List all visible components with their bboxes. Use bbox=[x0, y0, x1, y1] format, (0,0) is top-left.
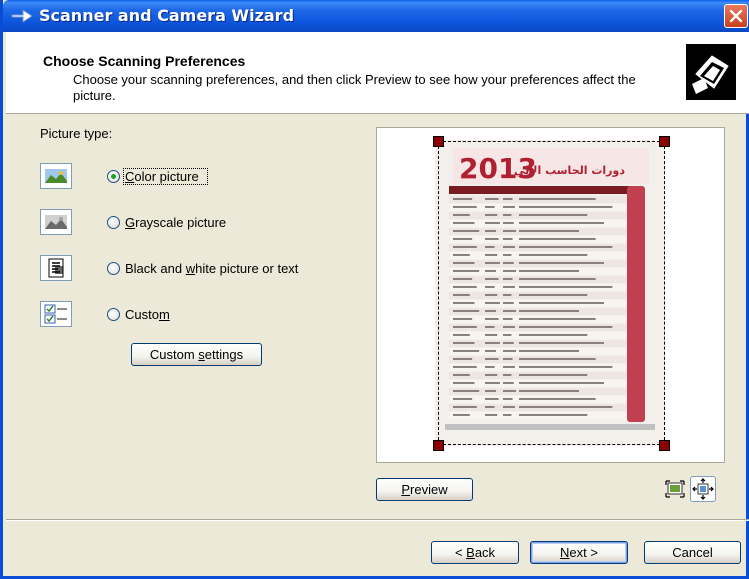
page-subtitle: Choose your scanning preferences, and th… bbox=[73, 72, 636, 103]
selection-handle-top-right[interactable] bbox=[659, 136, 670, 147]
black-white-label[interactable]: Black and white picture or text bbox=[125, 261, 298, 276]
color-picture-radio[interactable] bbox=[107, 170, 120, 183]
page-title: Choose Scanning Preferences bbox=[43, 53, 246, 69]
color-picture-label[interactable]: Color picture bbox=[125, 169, 199, 184]
custom-radio[interactable] bbox=[107, 308, 120, 321]
next-button[interactable]: Next > bbox=[530, 541, 628, 564]
back-button[interactable]: < Back bbox=[431, 541, 519, 564]
preview-button[interactable]: Preview bbox=[376, 478, 473, 501]
scanner-arrow-icon bbox=[11, 9, 33, 23]
zoom-to-selection-icon bbox=[665, 480, 685, 498]
black-white-text-icon bbox=[40, 255, 72, 281]
black-white-radio[interactable] bbox=[107, 262, 120, 275]
fit-to-page-icon bbox=[692, 478, 714, 500]
custom-settings-button[interactable]: Custom settings bbox=[131, 343, 262, 366]
cancel-button[interactable]: Cancel bbox=[644, 541, 741, 564]
grayscale-photo-icon bbox=[40, 209, 72, 235]
wizard-window: Scanner and Camera Wizard Choose Scannin… bbox=[0, 0, 749, 579]
scan-selection-box[interactable] bbox=[438, 141, 665, 445]
selection-handle-top-left[interactable] bbox=[433, 136, 444, 147]
picture-type-label: Picture type: bbox=[40, 126, 113, 141]
fit-page-button[interactable] bbox=[690, 476, 716, 502]
color-photo-icon bbox=[40, 163, 72, 189]
wizard-header: Choose Scanning Preferences Choose your … bbox=[6, 32, 749, 114]
scanner-camera-icon bbox=[686, 44, 736, 100]
grayscale-picture-label[interactable]: Grayscale picture bbox=[125, 215, 226, 230]
enlarge-selection-button[interactable] bbox=[663, 477, 687, 501]
selection-handle-bottom-left[interactable] bbox=[433, 440, 444, 451]
grayscale-picture-radio[interactable] bbox=[107, 216, 120, 229]
selection-handle-bottom-right[interactable] bbox=[659, 440, 670, 451]
close-button[interactable] bbox=[724, 4, 748, 28]
close-icon bbox=[729, 9, 743, 23]
window-title: Scanner and Camera Wizard bbox=[39, 6, 295, 25]
custom-settings-icon bbox=[40, 301, 72, 327]
custom-label[interactable]: Custom bbox=[125, 307, 170, 322]
title-bar[interactable]: Scanner and Camera Wizard bbox=[3, 0, 749, 32]
footer-separator bbox=[6, 519, 749, 521]
